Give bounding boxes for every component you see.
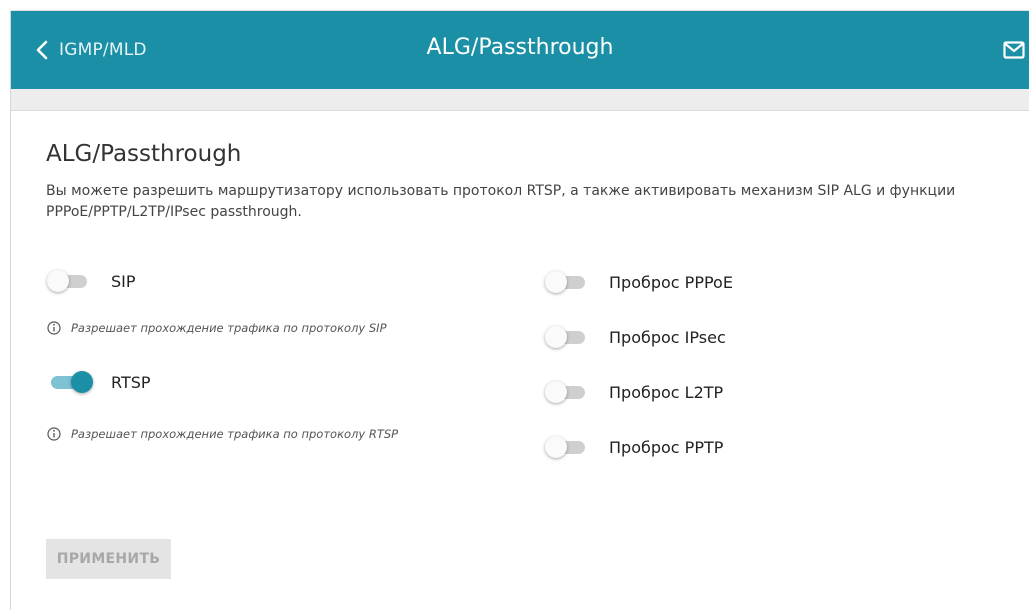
pppoe-label: Проброс PPPoE: [609, 272, 733, 292]
main-content: ALG/Passthrough Вы можете разрешить марш…: [46, 141, 1016, 223]
mail-icon[interactable]: [1003, 41, 1025, 59]
pptp-label: Проброс PPTP: [609, 437, 724, 457]
toggle-sip-row[interactable]: SIP: [47, 266, 136, 296]
toggle-pptp-row[interactable]: Проброс PPTP: [545, 432, 723, 462]
sip-label: SIP: [111, 271, 136, 291]
rtsp-hint: Разрешает прохождение трафика по протоко…: [47, 427, 398, 441]
l2tp-toggle[interactable]: [545, 381, 589, 403]
page-title: ALG/Passthrough: [426, 35, 614, 60]
apply-button[interactable]: ПРИМЕНИТЬ: [46, 539, 171, 579]
rtsp-hint-text: Разрешает прохождение трафика по протоко…: [71, 427, 399, 441]
info-icon: [47, 321, 61, 335]
ipsec-toggle[interactable]: [545, 326, 589, 348]
section-heading: ALG/Passthrough: [46, 141, 242, 167]
l2tp-label: Проброс L2TP: [609, 382, 724, 402]
sip-hint: Разрешает прохождение трафика по протоко…: [47, 321, 387, 335]
toggle-pppoe-row[interactable]: Проброс PPPoE: [545, 267, 733, 297]
toggle-ipsec-row[interactable]: Проброс IPsec: [545, 322, 726, 352]
info-icon: [47, 427, 61, 441]
rtsp-toggle[interactable]: [47, 371, 93, 393]
ipsec-label: Проброс IPsec: [609, 327, 726, 347]
pptp-toggle[interactable]: [545, 436, 589, 458]
sub-header-bar: [11, 89, 1029, 111]
sip-hint-text: Разрешает прохождение трафика по протоко…: [71, 321, 387, 335]
section-description: Вы можете разрешить маршрутизатору испол…: [46, 183, 956, 220]
rtsp-label: RTSP: [111, 372, 151, 392]
sip-toggle[interactable]: [47, 270, 91, 292]
header-bar: IGMP/MLD ALG/Passthrough: [11, 11, 1029, 89]
toggle-rtsp-row[interactable]: RTSP: [47, 367, 151, 397]
app-frame: IGMP/MLD ALG/Passthrough ALG/Passthrough…: [10, 10, 1029, 610]
pppoe-toggle[interactable]: [545, 271, 589, 293]
toggle-l2tp-row[interactable]: Проброс L2TP: [545, 377, 723, 407]
